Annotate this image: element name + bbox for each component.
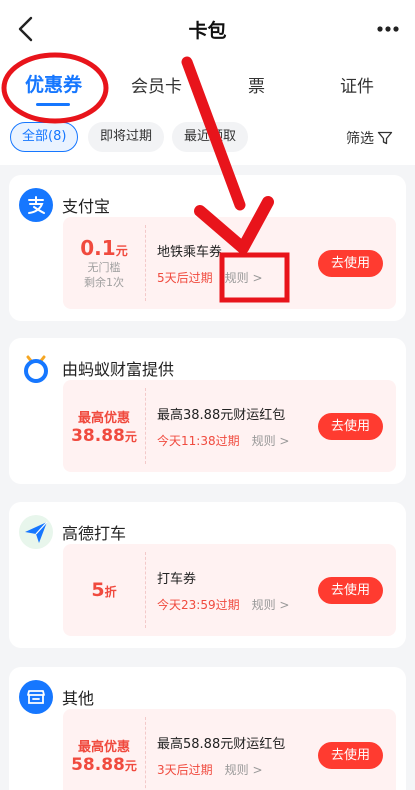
coupon-expiry: 今天11:38过期 xyxy=(157,434,240,448)
filter-chip-recent[interactable]: 最近领取 xyxy=(172,122,249,152)
merchant-name: 支付宝 xyxy=(62,197,111,216)
coupon-expiry: 今天23:59过期 xyxy=(157,598,240,612)
coupon-info: 地铁乘车券 5天后过期 规则 > xyxy=(157,241,263,286)
coupon-card-amap-taxi: 高德打车 5折 打车券 今天23:59过期 规则 > 去使用 xyxy=(9,502,406,648)
funnel-icon xyxy=(377,131,393,145)
coupon-divider xyxy=(145,552,146,628)
coupon-name: 打车券 xyxy=(157,572,197,587)
filter-button[interactable]: 筛选 xyxy=(346,128,393,148)
coupon-item[interactable]: 最高优惠 38.88元 最高38.88元财运红包 今天11:38过期 规则 > 去… xyxy=(63,380,396,472)
coupon-remaining: 剩余1次 xyxy=(84,276,124,289)
coupon-divider xyxy=(145,388,146,464)
coupon-item[interactable]: 0.1元 无门槛 剩余1次 地铁乘车券 5天后过期 规则 > 去使用 xyxy=(63,217,396,309)
coupon-card-alipay: 支付宝 0.1元 无门槛 剩余1次 地铁乘车券 5天后过期 规则 > 去使用 xyxy=(9,175,406,321)
coupon-prefix: 最高优惠 xyxy=(77,410,130,426)
coupon-expiry: 3天后过期 xyxy=(157,763,213,777)
coupon-item[interactable]: 最高优惠 58.88元 最高58.88元财运红包 3天后过期 规则 > 去使用 xyxy=(63,709,396,790)
more-button[interactable] xyxy=(373,16,403,42)
coupon-threshold: 无门槛 xyxy=(87,261,121,274)
tab-documents[interactable]: 证件 xyxy=(340,72,374,97)
coupon-amount: 0.1 xyxy=(80,236,116,260)
coupon-value: 5折 xyxy=(63,544,145,636)
use-button[interactable]: 去使用 xyxy=(318,413,383,440)
navigation-bar: 卡包 xyxy=(0,0,415,58)
coupon-expiry: 5天后过期 xyxy=(157,271,213,285)
coupon-unit: 折 xyxy=(104,585,117,599)
merchant-name: 由蚂蚁财富提供 xyxy=(62,360,175,379)
amap-taxi-icon xyxy=(19,515,53,549)
coupon-info: 最高58.88元财运红包 3天后过期 规则 > xyxy=(157,733,285,778)
coupon-amount: 5 xyxy=(91,579,105,601)
coupon-value: 0.1元 无门槛 剩余1次 xyxy=(63,217,145,309)
rules-link[interactable]: 规则 > xyxy=(225,763,263,777)
active-tab-indicator xyxy=(36,103,70,106)
use-button[interactable]: 去使用 xyxy=(318,577,383,604)
alipay-icon xyxy=(19,188,53,222)
coupon-item[interactable]: 5折 打车券 今天23:59过期 规则 > 去使用 xyxy=(63,544,396,636)
coupon-divider xyxy=(145,717,146,790)
filter-bar: 全部(8) 即将过期 最近领取 筛选 xyxy=(0,112,415,160)
tab-coupons[interactable]: 优惠券 xyxy=(25,70,82,97)
more-dots-icon xyxy=(377,26,399,32)
use-button[interactable]: 去使用 xyxy=(318,742,383,769)
coupon-unit: 元 xyxy=(124,429,137,444)
store-icon xyxy=(19,680,53,714)
tab-bar: 优惠券 会员卡 票 证件 xyxy=(0,58,415,112)
rules-link[interactable]: 规则 > xyxy=(225,271,263,285)
coupon-card-other: 其他 最高优惠 58.88元 最高58.88元财运红包 3天后过期 规则 > 去使… xyxy=(9,667,406,790)
filter-chip-all[interactable]: 全部(8) xyxy=(10,122,79,152)
coupon-name: 最高58.88元财运红包 xyxy=(157,737,286,752)
merchant-name: 高德打车 xyxy=(62,524,127,543)
coupon-amount: 38.88 xyxy=(71,425,125,446)
coupon-amount: 58.88 xyxy=(71,754,125,775)
coupon-card-ant-fortune: 由蚂蚁财富提供 最高优惠 38.88元 最高38.88元财运红包 今天11:38… xyxy=(9,338,406,484)
coupon-info: 打车券 今天23:59过期 规则 > xyxy=(157,568,289,613)
rules-link[interactable]: 规则 > xyxy=(252,598,290,612)
tab-tickets[interactable]: 票 xyxy=(248,72,265,97)
filter-chip-expiring[interactable]: 即将过期 xyxy=(88,122,165,152)
coupon-unit: 元 xyxy=(124,758,137,773)
coupon-name: 地铁乘车券 xyxy=(157,245,223,260)
page-title: 卡包 xyxy=(188,20,227,42)
coupon-value: 最高优惠 58.88元 xyxy=(63,709,145,790)
coupon-info: 最高38.88元财运红包 今天11:38过期 规则 > xyxy=(157,404,289,449)
top-section: 卡包 优惠券 会员卡 票 证件 全部(8) 即将过期 最近领取 筛选 xyxy=(0,0,415,165)
use-button[interactable]: 去使用 xyxy=(318,250,383,277)
coupon-unit: 元 xyxy=(115,244,128,258)
coupon-divider xyxy=(145,225,146,301)
tab-membership-cards[interactable]: 会员卡 xyxy=(131,72,182,97)
coupon-prefix: 最高优惠 xyxy=(77,739,130,755)
merchant-name: 其他 xyxy=(62,689,95,708)
coupon-value: 最高优惠 38.88元 xyxy=(63,380,145,472)
coupon-name: 最高38.88元财运红包 xyxy=(157,408,286,423)
filter-label: 筛选 xyxy=(346,131,374,147)
ant-fortune-icon xyxy=(19,351,53,385)
rules-link[interactable]: 规则 > xyxy=(252,434,290,448)
